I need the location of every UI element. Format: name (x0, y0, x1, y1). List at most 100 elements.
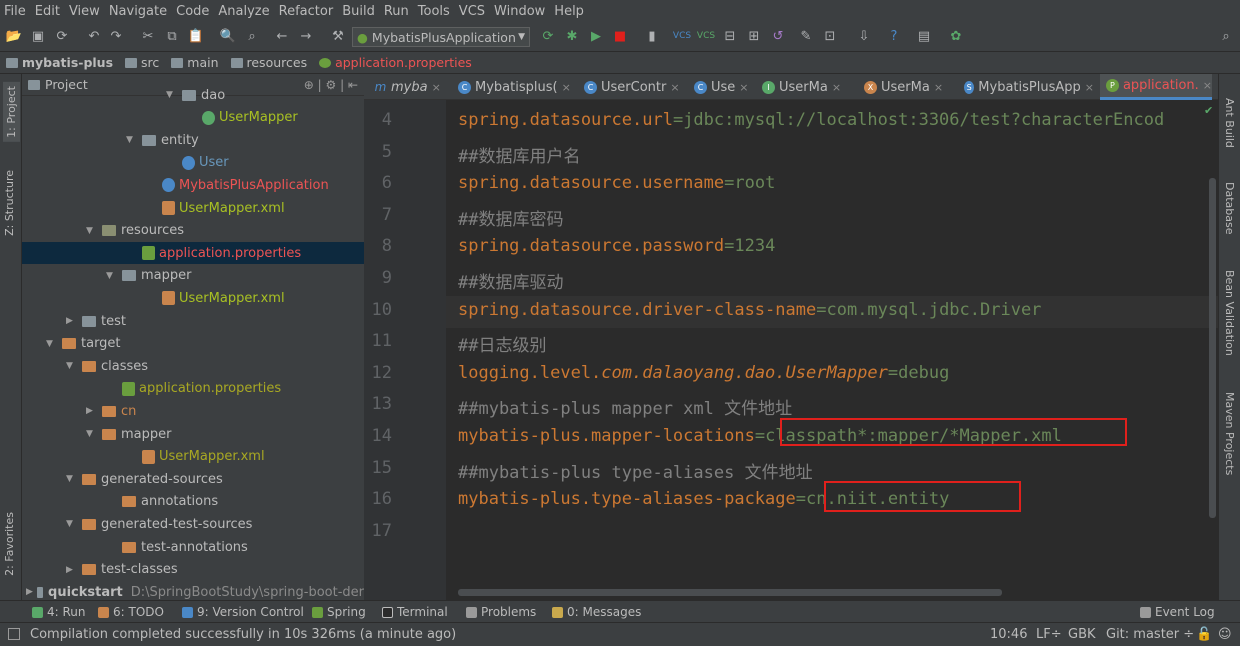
inspection-ok-icon[interactable]: ✔ (1204, 104, 1213, 117)
help-icon[interactable]: ? (886, 28, 902, 44)
tree-item[interactable]: ▼ generated-test-sources (22, 513, 364, 535)
run-configuration-select[interactable]: ● MybatisPlusApplication ▼ (352, 27, 530, 47)
file-encoding[interactable]: GBK (1068, 627, 1096, 642)
maven-projects-tool-tab[interactable]: Maven Projects (1223, 392, 1236, 475)
revert-icon[interactable]: ↺ (770, 28, 786, 44)
breadcrumb-item[interactable]: src (125, 55, 165, 70)
menu-item-help[interactable]: Help (554, 4, 584, 19)
tree-item[interactable]: application.properties (22, 378, 364, 400)
lock-icon[interactable]: 🔓 (1196, 627, 1212, 642)
paste-icon[interactable]: 📋 (188, 28, 204, 44)
close-tab-icon[interactable]: × (432, 81, 441, 94)
chevron-down-icon[interactable]: ▼ (66, 519, 78, 529)
chevron-down-icon[interactable]: ▼ (126, 135, 138, 145)
close-tab-icon[interactable]: × (934, 81, 943, 94)
bottom-tool-2[interactable]: 9: Version Control (182, 605, 304, 619)
menu-item-tools[interactable]: Tools (418, 4, 450, 19)
menu-item-analyze[interactable]: Analyze (218, 4, 269, 19)
chevron-down-icon[interactable]: ▼ (66, 474, 78, 484)
bean-validation-tool-tab[interactable]: Bean Validation (1223, 270, 1236, 356)
chevron-down-icon[interactable]: ▼ (86, 226, 98, 236)
vcs-history-icon[interactable]: ⊞ (746, 28, 762, 44)
editor-tab[interactable]: C Use × (688, 74, 750, 100)
vcs-branch[interactable]: Git: master ÷ (1106, 627, 1194, 642)
tree-item[interactable]: ▶ cn (22, 400, 364, 422)
forward-icon[interactable]: ↷ (108, 28, 124, 44)
vcs-commit-icon[interactable]: VCS (697, 28, 715, 44)
tree-item[interactable]: ▶ test-classes (22, 559, 364, 581)
debug-icon[interactable]: ✱ (564, 28, 580, 44)
tree-item[interactable]: ▼ target (22, 333, 364, 355)
nav-back-icon[interactable]: ← (274, 28, 290, 44)
tree-item[interactable]: ▼ generated-sources (22, 468, 364, 490)
tree-item[interactable]: ▼ classes (22, 355, 364, 377)
settings-icon[interactable]: ✎ (798, 28, 814, 44)
coverage-icon[interactable]: ▶ (588, 28, 604, 44)
vcs-update-icon[interactable]: VCS (673, 28, 691, 44)
breadcrumb-item[interactable]: main (171, 55, 224, 70)
tree-item[interactable]: MybatisPlusApplication (22, 174, 364, 196)
attach-icon[interactable]: ▮ (644, 28, 660, 44)
chevron-right-icon[interactable]: ▶ (26, 587, 33, 597)
code-line[interactable]: ##日志级别 (458, 331, 546, 356)
close-tab-icon[interactable]: × (832, 81, 841, 94)
tree-item[interactable]: ▼ mapper (22, 265, 364, 287)
editor-tab[interactable]: I UserMa × (756, 74, 852, 100)
build-icon[interactable]: ⚒ (330, 28, 346, 44)
favorites-tool-tab[interactable]: 2: Favorites (3, 512, 16, 576)
tree-item[interactable]: application.properties (22, 242, 364, 265)
replace-icon[interactable]: ⌕ (244, 28, 260, 44)
code-line[interactable]: ##数据库驱动 (458, 268, 563, 293)
chevron-down-icon[interactable]: ▼ (106, 271, 118, 281)
structure-tool-tab[interactable]: Z: Structure (3, 170, 16, 236)
menu-item-edit[interactable]: Edit (35, 4, 60, 19)
project-tool-tab[interactable]: 1: Project (3, 82, 20, 142)
find-icon[interactable]: 🔍 (220, 28, 236, 44)
structure-icon[interactable]: ⊡ (822, 28, 838, 44)
editor-tab[interactable]: m myba × (368, 74, 448, 100)
tree-item[interactable]: ▼ dao (22, 84, 364, 106)
tree-item[interactable]: UserMapper.xml (22, 287, 364, 309)
chevron-right-icon[interactable]: ▶ (66, 565, 78, 575)
vertical-scrollbar[interactable] (1209, 178, 1216, 518)
tree-item[interactable]: ▼ entity (22, 129, 364, 151)
bottom-tool-7[interactable]: Event Log (1140, 605, 1215, 619)
tree-item[interactable]: ▼ mapper (22, 423, 364, 445)
tree-item[interactable]: UserMapper.xml (22, 446, 364, 468)
code-line[interactable]: logging.level.com.dalaoyang.dao.UserMapp… (458, 363, 949, 383)
bottom-tool-5[interactable]: Problems (466, 605, 536, 619)
vcs-compare-icon[interactable]: ⊟ (722, 28, 738, 44)
stop-icon[interactable]: ■ (612, 28, 628, 44)
tool-windows-icon[interactable] (8, 628, 20, 640)
tree-item[interactable]: test-annotations (22, 536, 364, 558)
nav-forward-icon[interactable]: → (298, 28, 314, 44)
code-line[interactable]: ##mybatis-plus type-aliases 文件地址 (458, 458, 813, 483)
back-icon[interactable]: ↶ (86, 28, 102, 44)
chevron-down-icon[interactable]: ▼ (66, 361, 78, 371)
code-line[interactable]: spring.datasource.password=1234 (458, 236, 775, 256)
tree-item[interactable]: ▼ resources (22, 220, 364, 242)
cut-icon[interactable]: ✂ (140, 28, 156, 44)
close-tab-icon[interactable]: × (562, 81, 571, 94)
notifications-icon[interactable]: ☺ (1218, 627, 1232, 642)
editor-tab[interactable]: X UserMa × (858, 74, 952, 100)
chevron-down-icon[interactable]: ▼ (166, 90, 178, 100)
android-icon[interactable]: ✿ (948, 28, 964, 44)
code-line[interactable]: ##数据库密码 (458, 205, 563, 230)
tree-item[interactable]: UserMapper (22, 107, 364, 129)
breadcrumb-item[interactable]: application.properties (319, 55, 472, 70)
code-line[interactable]: ##数据库用户名 (458, 142, 580, 167)
code-line[interactable]: ##mybatis-plus mapper xml 文件地址 (458, 394, 792, 419)
tree-item[interactable]: annotations (22, 491, 364, 513)
code-line[interactable]: spring.datasource.url=jdbc:mysql://local… (458, 110, 1164, 130)
copy-icon[interactable]: ⧉ (164, 28, 180, 44)
menu-item-code[interactable]: Code (176, 4, 209, 19)
menu-item-vcs[interactable]: VCS (459, 4, 485, 19)
editor-tab[interactable]: Papplication. × (1100, 74, 1212, 100)
search-everywhere-icon[interactable]: ⌕ (1218, 28, 1234, 44)
chevron-right-icon[interactable]: ▶ (66, 316, 78, 326)
chevron-down-icon[interactable]: ▼ (46, 339, 58, 349)
bottom-tool-4[interactable]: Terminal (382, 605, 448, 619)
ant-build-tool-tab[interactable]: Ant Build (1223, 98, 1236, 148)
code-line[interactable]: spring.datasource.username=root (458, 173, 775, 193)
